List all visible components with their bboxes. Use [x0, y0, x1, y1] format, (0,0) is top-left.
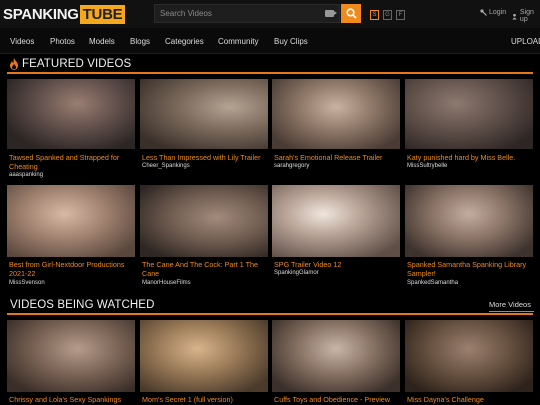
nav-buy-clips[interactable]: Buy Clips [274, 37, 308, 46]
video-uploader[interactable]: ManorHouseFilms [142, 280, 191, 286]
video-title[interactable]: Cuffs Toys and Obedience - Preview [274, 395, 400, 404]
video-title[interactable]: Miss Dayna's Challenge [407, 395, 533, 404]
more-videos-underline [489, 311, 534, 312]
video-card[interactable]: Chrissy and Lola's Sexy Spankings [7, 320, 135, 405]
video-thumbnail[interactable] [272, 320, 400, 392]
nav-categories[interactable]: Categories [165, 37, 204, 46]
video-uploader[interactable]: sarahgregory [274, 163, 309, 169]
video-thumbnail[interactable] [140, 79, 268, 149]
video-uploader[interactable]: aaaspanking [9, 172, 43, 178]
featured-divider [7, 72, 533, 74]
video-thumbnail[interactable] [405, 79, 533, 149]
more-videos-link[interactable]: More Videos [489, 300, 531, 309]
video-thumbnail[interactable] [7, 320, 135, 392]
video-thumbnail[interactable] [7, 79, 135, 149]
video-title[interactable]: Katy punished hard by Miss Belle. [407, 153, 533, 162]
search-input[interactable] [155, 5, 315, 22]
signup-link[interactable]: Sign up [512, 9, 540, 23]
video-thumbnail[interactable] [140, 185, 268, 257]
nav-videos[interactable]: Videos [10, 37, 34, 46]
flame-icon [10, 58, 18, 70]
video-card[interactable]: Cuffs Toys and Obedience - Preview [272, 320, 400, 405]
top-bar: SPANKING TUBE S G F Login Sign up [0, 0, 540, 28]
key-icon [480, 9, 487, 16]
video-thumbnail[interactable] [405, 320, 533, 392]
logo-text-spanking: SPANKING [3, 5, 79, 23]
search-box [154, 4, 340, 23]
video-card[interactable]: Best from Girl-Nextdoor Productions 2021… [7, 185, 135, 290]
video-card[interactable]: Tawsed Spanked and Strapped for Cheating… [7, 79, 135, 184]
search-button[interactable] [341, 4, 361, 23]
featured-section-title: FEATURED VIDEOS [22, 58, 132, 70]
video-title[interactable]: The Cane And The Cock: Part 1 The Cane [142, 260, 268, 278]
video-title[interactable]: Sarah's Emotional Release Trailer [274, 153, 400, 162]
signup-label: Sign up [519, 9, 534, 23]
video-uploader[interactable]: MissSvenson [9, 280, 45, 286]
video-uploader[interactable]: Cheer_Spankings [142, 163, 190, 169]
video-thumbnail[interactable] [140, 320, 268, 392]
video-title[interactable]: Best from Girl-Nextdoor Productions 2021… [9, 260, 135, 278]
video-card[interactable]: Mom's Secret 1 (full version) [140, 320, 268, 405]
watched-section-title: VIDEOS BEING WATCHED [10, 299, 155, 311]
filter-straight-toggle[interactable]: S [370, 10, 379, 20]
video-card[interactable]: SPG Trailer Video 12 SpankingGlamor [272, 185, 400, 290]
video-thumbnail[interactable] [405, 185, 533, 257]
video-title[interactable]: Mom's Secret 1 (full version) [142, 395, 268, 404]
nav-photos[interactable]: Photos [50, 37, 75, 46]
login-link[interactable]: Login [480, 9, 506, 16]
logo-text-tube: TUBE [79, 4, 126, 24]
site-logo[interactable]: SPANKING TUBE [3, 4, 126, 24]
video-card[interactable]: Katy punished hard by Miss Belle. MissSu… [405, 79, 533, 184]
nav-models[interactable]: Models [89, 37, 115, 46]
video-title[interactable]: Less Than Impressed with Lily Trailer [142, 153, 268, 162]
video-card[interactable]: Spanked Samantha Spanking Library Sample… [405, 185, 533, 290]
nav-blogs[interactable]: Blogs [130, 37, 150, 46]
search-icon [346, 8, 357, 19]
watched-divider [7, 313, 533, 315]
nav-community[interactable]: Community [218, 37, 258, 46]
filter-gay-toggle[interactable]: G [383, 10, 392, 20]
video-title[interactable]: SPG Trailer Video 12 [274, 260, 400, 269]
user-plus-icon [512, 13, 517, 19]
filter-ff-toggle[interactable]: F [396, 10, 405, 20]
video-thumbnail[interactable] [7, 185, 135, 257]
main-nav: Videos Photos Models Blogs Categories Co… [0, 28, 540, 54]
video-card[interactable]: The Cane And The Cock: Part 1 The Cane M… [140, 185, 268, 290]
video-title[interactable]: Tawsed Spanked and Strapped for Cheating [9, 153, 135, 171]
video-uploader[interactable]: SpankedSamantha [407, 280, 458, 286]
video-card[interactable]: Miss Dayna's Challenge [405, 320, 533, 405]
video-thumbnail[interactable] [272, 185, 400, 257]
video-title[interactable]: Chrissy and Lola's Sexy Spankings [9, 395, 135, 404]
nav-upload[interactable]: UPLOAD [511, 37, 540, 46]
video-card[interactable]: Less Than Impressed with Lily Trailer Ch… [140, 79, 268, 184]
video-uploader[interactable]: MissSultrybelle [407, 163, 447, 169]
video-uploader[interactable]: SpankingGlamor [274, 270, 319, 276]
video-title[interactable]: Spanked Samantha Spanking Library Sample… [407, 260, 533, 278]
video-thumbnail[interactable] [272, 79, 400, 149]
login-label: Login [489, 9, 507, 16]
video-card[interactable]: Sarah's Emotional Release Trailer sarahg… [272, 79, 400, 184]
video-camera-icon[interactable] [325, 10, 337, 17]
